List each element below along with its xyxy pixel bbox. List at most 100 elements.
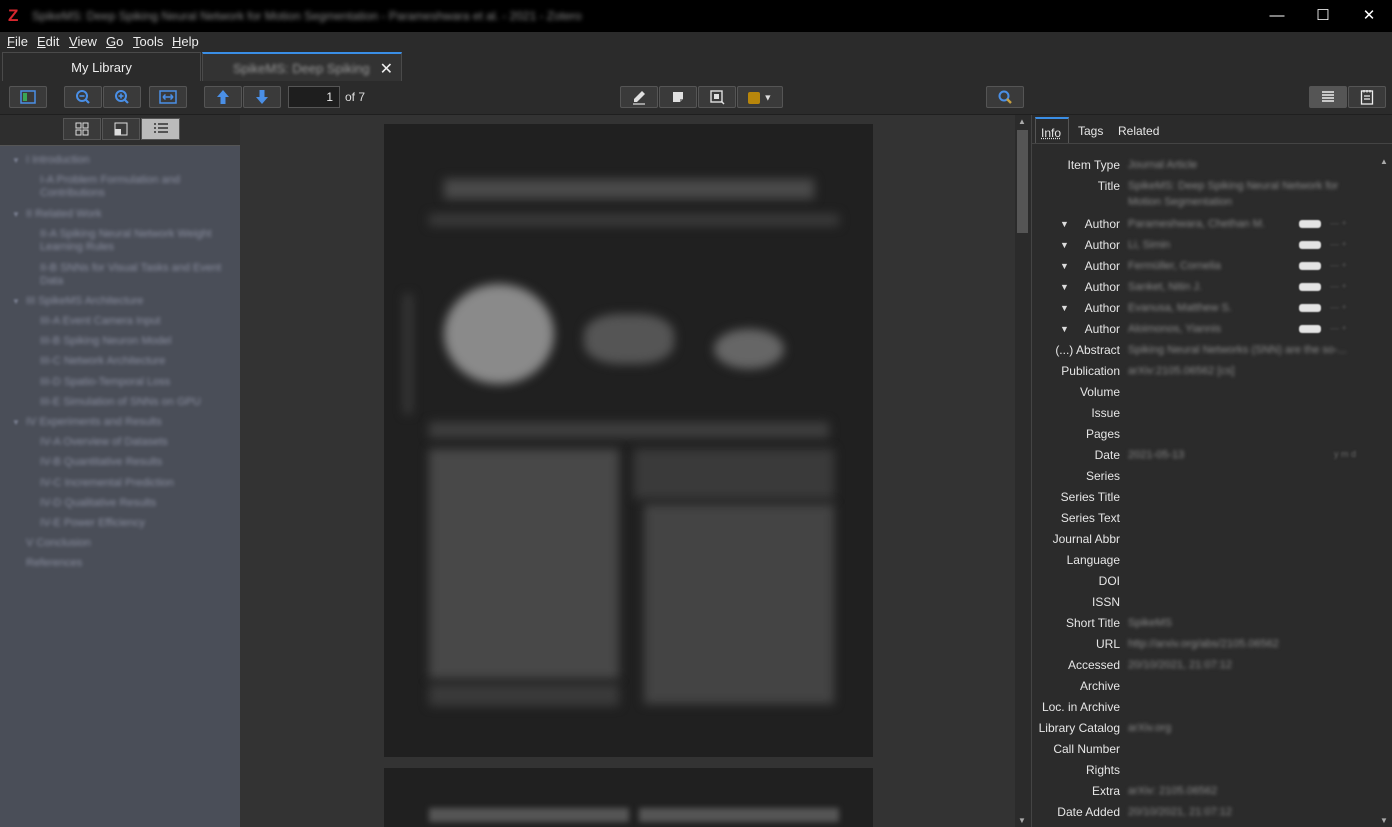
outline-item[interactable]: III-D Spatio-Temporal Loss: [40, 376, 234, 388]
zoom-out-button[interactable]: [64, 86, 102, 108]
outline-item[interactable]: IV-C Incremental Prediction: [40, 477, 234, 489]
menu-view[interactable]: View: [69, 34, 97, 50]
outline-item[interactable]: I-A Problem Formulation and Contribution…: [40, 174, 234, 200]
outline-view-button[interactable]: [141, 118, 180, 140]
tab-related[interactable]: Related: [1118, 124, 1159, 138]
close-tab-icon[interactable]: ✕: [380, 59, 393, 79]
field-value[interactable]: SpikeMS: [1128, 617, 1172, 629]
outline-item[interactable]: IV-E Power Efficiency: [40, 517, 234, 529]
field-value[interactable]: SpikeMS: Deep Spiking Neural Network for: [1128, 180, 1338, 192]
name-mode-toggle[interactable]: [1299, 304, 1321, 312]
note-tool-button[interactable]: [659, 86, 697, 108]
area-tool-button[interactable]: [698, 86, 736, 108]
outline-expand-icon[interactable]: ▼: [12, 418, 20, 427]
next-page-button[interactable]: [243, 86, 281, 108]
field-value[interactable]: 20/10/2021, 21:07:12: [1128, 806, 1232, 818]
menu-go[interactable]: Go: [106, 34, 123, 50]
menu-tools[interactable]: Tools: [133, 34, 163, 50]
field-value[interactable]: 20/10/2021, 21:07:12: [1128, 659, 1232, 671]
outline-sidebar: [0, 115, 241, 827]
outline-item[interactable]: II-B SNNs for Visual Tasks and Event Dat…: [40, 262, 234, 288]
creator-type-dropdown-icon[interactable]: ▼: [1060, 282, 1069, 292]
page-number-input[interactable]: [288, 86, 340, 108]
field-label: Author: [1084, 301, 1120, 315]
creator-type-dropdown-icon[interactable]: ▼: [1060, 261, 1069, 271]
item-pane-scrollbar[interactable]: [1378, 155, 1392, 827]
name-mode-toggle[interactable]: [1299, 283, 1321, 291]
creator-type-dropdown-icon[interactable]: ▼: [1060, 219, 1069, 229]
fit-width-button[interactable]: [149, 86, 187, 108]
scroll-down-arrow-icon[interactable]: ▼: [1018, 816, 1026, 825]
highlight-color-picker[interactable]: ▼: [737, 86, 783, 108]
outline-item[interactable]: IV-B Quantitative Results: [40, 456, 234, 468]
outline-item[interactable]: III-A Event Camera Input: [40, 315, 234, 327]
find-button[interactable]: [986, 86, 1024, 108]
tab-tags[interactable]: Tags: [1078, 124, 1103, 138]
field-value[interactable]: Sanket, Nitin J.: [1128, 281, 1202, 293]
outline-item[interactable]: IV Experiments and Results: [26, 416, 226, 428]
field-value[interactable]: Li, Simin: [1128, 239, 1170, 251]
menu-help[interactable]: Help: [172, 34, 199, 50]
field-value[interactable]: arXiv.org: [1128, 722, 1171, 734]
tab-info[interactable]: Info: [1035, 117, 1069, 143]
field-value[interactable]: arXiv:2105.06562 [cs]: [1128, 365, 1234, 377]
highlight-tool-button[interactable]: [620, 86, 658, 108]
menu-edit[interactable]: Edit: [37, 34, 59, 50]
close-window-button[interactable]: ✕: [1346, 0, 1392, 32]
outline-item[interactable]: II Related Work: [26, 208, 226, 220]
scroll-up-arrow-icon[interactable]: ▲: [1018, 117, 1026, 126]
annotations-view-button[interactable]: [102, 118, 140, 140]
notes-pane-button[interactable]: [1348, 86, 1386, 108]
minimize-button[interactable]: —: [1254, 0, 1300, 32]
outline-expand-icon[interactable]: ▼: [12, 297, 20, 306]
name-mode-toggle[interactable]: [1299, 241, 1321, 249]
outline-item[interactable]: III-B Spiking Neuron Model: [40, 335, 234, 347]
field-value[interactable]: Journal Article: [1128, 159, 1197, 171]
author-actions-icon[interactable]: — +: [1330, 260, 1347, 270]
field-value[interactable]: arXiv: 2105.06562: [1128, 785, 1217, 797]
color-swatch-icon: [747, 91, 760, 104]
reader-scroll-thumb[interactable]: [1017, 130, 1028, 233]
creator-type-dropdown-icon[interactable]: ▼: [1060, 240, 1069, 250]
field-value[interactable]: Parameshwara, Chethan M.: [1128, 218, 1265, 230]
author-actions-icon[interactable]: — +: [1330, 239, 1347, 249]
author-actions-icon[interactable]: — +: [1330, 218, 1347, 228]
field-value[interactable]: 2021-05-13: [1128, 449, 1184, 461]
author-actions-icon[interactable]: — +: [1330, 281, 1347, 291]
field-value[interactable]: http://arxiv.org/abs/2105.06562: [1128, 638, 1279, 650]
menu-file[interactable]: File: [7, 34, 28, 50]
thumbnails-view-button[interactable]: [63, 118, 101, 140]
name-mode-toggle[interactable]: [1299, 220, 1321, 228]
field-value[interactable]: Aloimonos, Yiannis: [1128, 323, 1221, 335]
tab-my-library[interactable]: My Library: [2, 52, 201, 81]
creator-type-dropdown-icon[interactable]: ▼: [1060, 303, 1069, 313]
outline-item[interactable]: IV-A Overview of Datasets: [40, 436, 234, 448]
previous-page-button[interactable]: [204, 86, 242, 108]
field-value[interactable]: Motion Segmentation: [1128, 196, 1232, 208]
outline-expand-icon[interactable]: ▼: [12, 156, 20, 165]
outline-item[interactable]: References: [26, 557, 226, 569]
outline-item[interactable]: III-C Network Architecture: [40, 355, 234, 367]
creator-type-dropdown-icon[interactable]: ▼: [1060, 324, 1069, 334]
outline-item[interactable]: III SpikeMS Architecture: [26, 295, 226, 307]
outline-item[interactable]: I Introduction: [26, 154, 226, 166]
outline-item[interactable]: IV-D Qualitative Results: [40, 497, 234, 509]
toggle-sidebar-button[interactable]: [9, 86, 47, 108]
scroll-up-arrow-icon[interactable]: ▲: [1380, 157, 1388, 166]
field-value[interactable]: Evanusa, Matthew S.: [1128, 302, 1232, 314]
maximize-button[interactable]: ☐: [1300, 0, 1346, 32]
author-actions-icon[interactable]: — +: [1330, 323, 1347, 333]
name-mode-toggle[interactable]: [1299, 262, 1321, 270]
name-mode-toggle[interactable]: [1299, 325, 1321, 333]
field-value[interactable]: Spiking Neural Networks (SNN) are the so…: [1128, 344, 1347, 356]
outline-expand-icon[interactable]: ▼: [12, 210, 20, 219]
outline-item[interactable]: V Conclusion: [26, 537, 226, 549]
zoom-in-button[interactable]: [103, 86, 141, 108]
item-pane-button[interactable]: [1309, 86, 1347, 108]
author-actions-icon[interactable]: — +: [1330, 302, 1347, 312]
field-value[interactable]: Fermüller, Cornelia: [1128, 260, 1221, 272]
outline-item[interactable]: II-A Spiking Neural Network Weight Learn…: [40, 228, 234, 254]
scroll-down-arrow-icon[interactable]: ▼: [1380, 816, 1388, 825]
tab-document[interactable]: SpikeMS: Deep Spiking ... ✕: [202, 52, 402, 91]
outline-item[interactable]: III-E Simulation of SNNs on GPU: [40, 396, 234, 408]
